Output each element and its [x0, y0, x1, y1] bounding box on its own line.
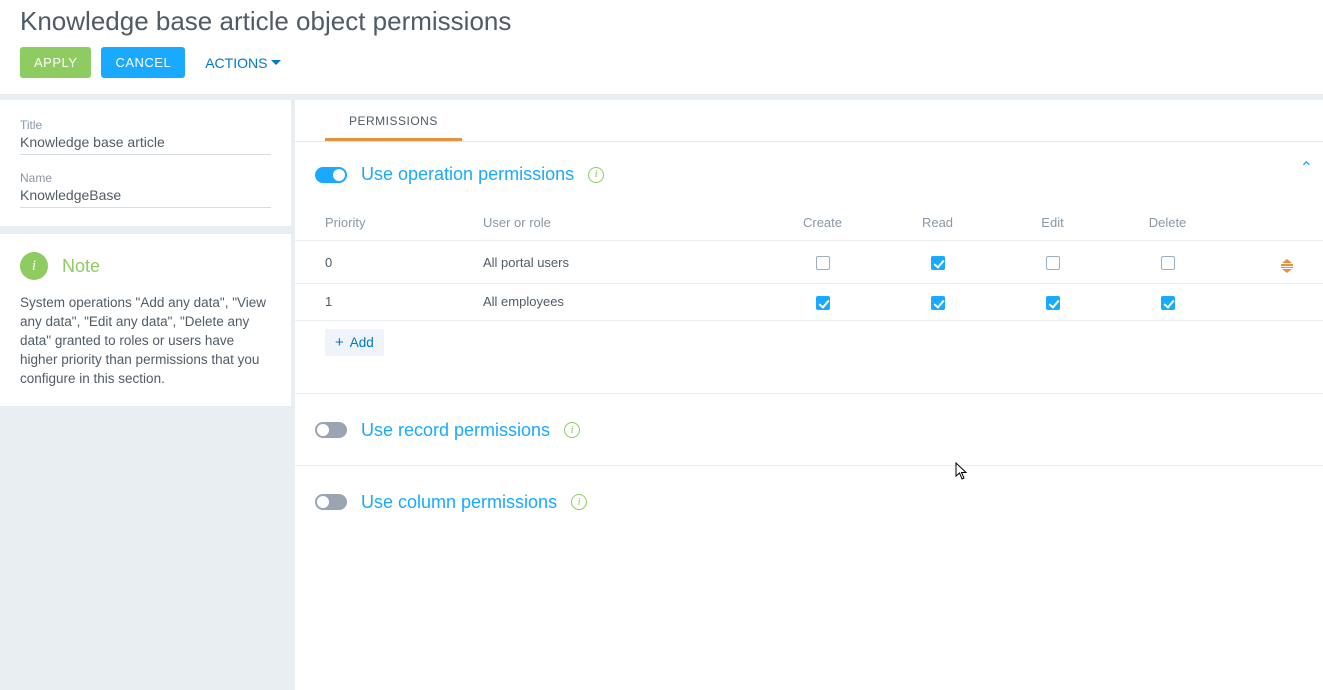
operation-permissions-toggle[interactable]	[315, 167, 347, 183]
cell-priority: 0	[295, 245, 475, 280]
operation-permissions-title[interactable]: Use operation permissions	[361, 164, 574, 185]
cell-read	[880, 244, 995, 280]
cell-user: All employees	[475, 284, 765, 319]
main-panel: PERMISSIONS Use operation permissions i …	[295, 100, 1323, 690]
cell-edit	[995, 244, 1110, 280]
tabs: PERMISSIONS	[295, 100, 1323, 142]
info-icon: i	[20, 252, 48, 280]
cell-handle	[1225, 292, 1323, 312]
name-field-label: Name	[20, 171, 271, 185]
edit-checkbox[interactable]	[1046, 296, 1060, 310]
chevron-up-icon[interactable]: ⌃	[1300, 158, 1313, 178]
cell-priority: 1	[295, 284, 475, 319]
apply-button[interactable]: APPLY	[20, 47, 91, 78]
page-header: Knowledge base article object permission…	[0, 0, 1323, 94]
read-checkbox[interactable]	[931, 296, 945, 310]
cell-delete	[1110, 244, 1225, 280]
info-icon[interactable]: i	[564, 422, 580, 438]
plus-icon: +	[335, 335, 344, 350]
record-permissions-header: Use record permissions i	[295, 420, 1323, 466]
operation-permissions-header: Use operation permissions i ⌃	[295, 164, 1323, 185]
cell-delete	[1110, 284, 1225, 320]
cell-handle	[1225, 241, 1323, 283]
note-title: Note	[62, 256, 100, 277]
create-checkbox[interactable]	[816, 296, 830, 310]
table-row[interactable]: 1All employees	[295, 284, 1323, 321]
page-title: Knowledge base article object permission…	[20, 0, 1303, 47]
column-permissions-title[interactable]: Use column permissions	[361, 492, 557, 513]
sidebar: Title Knowledge base article Name Knowle…	[0, 100, 295, 406]
edit-checkbox[interactable]	[1046, 256, 1060, 270]
info-icon[interactable]: i	[588, 167, 604, 183]
note-text: System operations "Add any data", "View …	[20, 294, 271, 388]
column-permissions-toggle[interactable]	[315, 494, 347, 510]
sidebar-fields-card: Title Knowledge base article Name Knowle…	[0, 100, 291, 226]
workspace: Title Knowledge base article Name Knowle…	[0, 94, 1323, 690]
actions-label: ACTIONS	[205, 55, 267, 71]
col-create[interactable]: Create	[765, 205, 880, 240]
grid-header-row: Priority User or role Create Read Edit D…	[295, 205, 1323, 241]
cancel-button[interactable]: CANCEL	[101, 47, 185, 78]
col-read[interactable]: Read	[880, 205, 995, 240]
note-header: i Note	[20, 252, 271, 280]
read-checkbox[interactable]	[931, 256, 945, 270]
column-permissions-header: Use column permissions i	[295, 492, 1323, 513]
col-edit[interactable]: Edit	[995, 205, 1110, 240]
title-field-label: Title	[20, 118, 271, 132]
name-field-value[interactable]: KnowledgeBase	[20, 187, 271, 208]
info-icon[interactable]: i	[571, 494, 587, 510]
drag-handle-icon[interactable]	[1281, 259, 1293, 273]
col-delete[interactable]: Delete	[1110, 205, 1225, 240]
cell-read	[880, 284, 995, 320]
delete-checkbox[interactable]	[1161, 256, 1175, 270]
col-priority[interactable]: Priority	[295, 205, 475, 240]
record-permissions-toggle[interactable]	[315, 422, 347, 438]
permissions-panel: Use operation permissions i ⌃ Priority U…	[295, 142, 1323, 513]
tab-permissions[interactable]: PERMISSIONS	[325, 100, 462, 141]
table-row[interactable]: 0All portal users	[295, 241, 1323, 284]
cell-create	[765, 244, 880, 280]
cell-create	[765, 284, 880, 320]
cell-user: All portal users	[475, 245, 765, 280]
col-handle	[1225, 213, 1323, 233]
cell-edit	[995, 284, 1110, 320]
sidebar-note-card: i Note System operations "Add any data",…	[0, 234, 291, 406]
actions-dropdown[interactable]: ACTIONS	[195, 49, 291, 77]
record-permissions-title[interactable]: Use record permissions	[361, 420, 550, 441]
permissions-grid: Priority User or role Create Read Edit D…	[295, 205, 1323, 321]
caret-down-icon	[271, 60, 281, 65]
add-label: Add	[350, 335, 374, 350]
col-user[interactable]: User or role	[475, 205, 765, 240]
action-bar: APPLY CANCEL ACTIONS	[20, 47, 1303, 78]
title-field-value[interactable]: Knowledge base article	[20, 134, 271, 155]
delete-checkbox[interactable]	[1161, 296, 1175, 310]
add-button[interactable]: + Add	[325, 329, 384, 356]
create-checkbox[interactable]	[816, 256, 830, 270]
